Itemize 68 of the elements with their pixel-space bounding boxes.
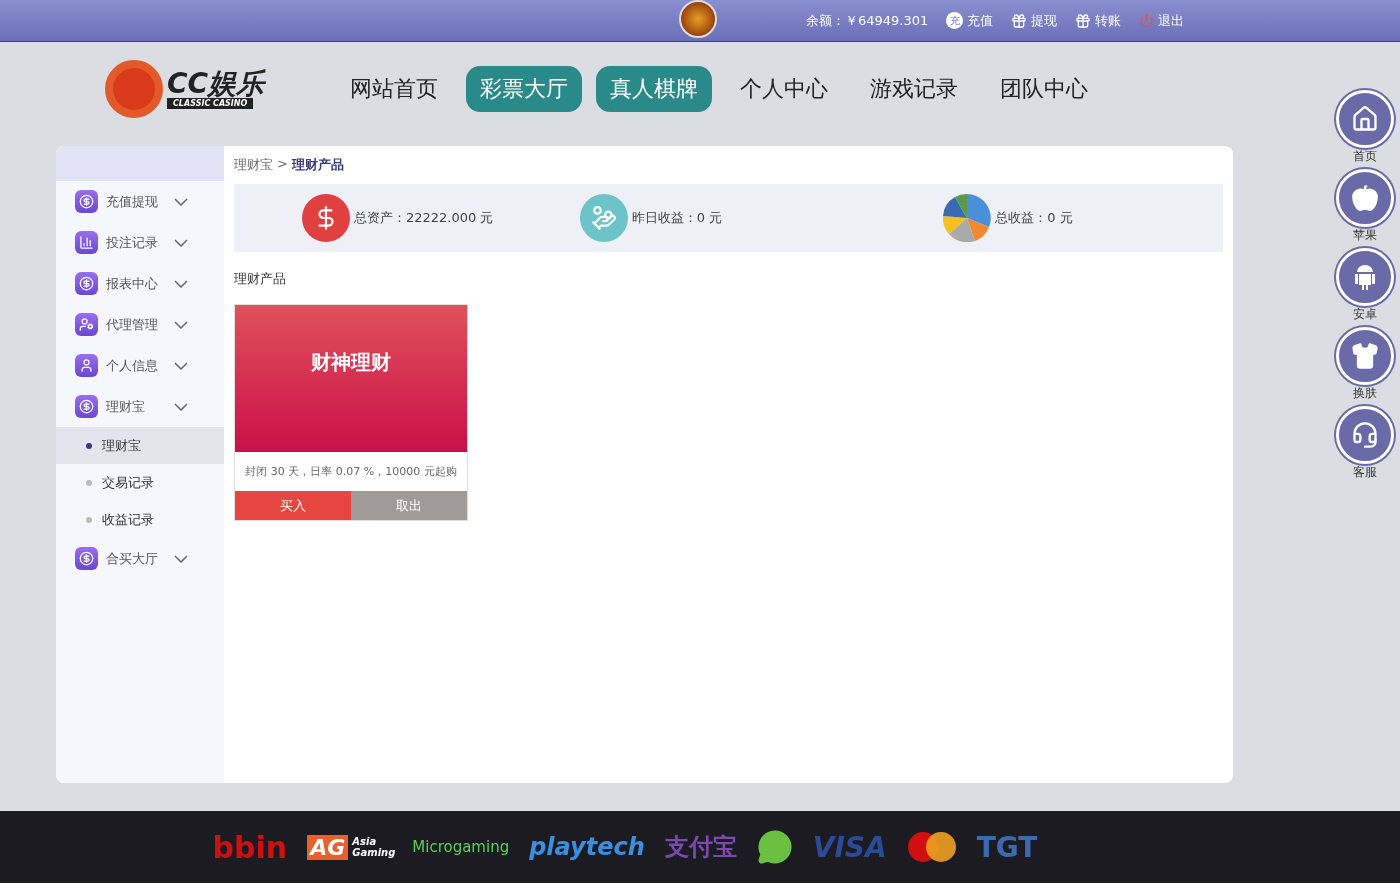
- chevron-down-icon: [174, 402, 188, 411]
- chevron-down-icon: [174, 554, 188, 563]
- alipay-logo: 支付宝: [664, 832, 737, 863]
- sidebar-group[interactable]: 个人信息: [56, 345, 224, 386]
- menu-icon: [75, 190, 98, 213]
- breadcrumb-link[interactable]: 理财宝: [234, 156, 273, 174]
- chip-logo-icon: [105, 60, 163, 118]
- logo-title: CC娱乐: [167, 69, 265, 98]
- sidebar-item[interactable]: 交易记录: [56, 464, 224, 501]
- nav-link[interactable]: 真人棋牌: [596, 66, 713, 112]
- product-title: 财神理财: [311, 349, 391, 376]
- top-link[interactable]: 退出: [1139, 11, 1185, 30]
- menu-icon: [75, 272, 98, 295]
- tgt-logo: TGT: [976, 830, 1038, 864]
- sidebar-group[interactable]: 报表中心: [56, 263, 224, 304]
- breadcrumb-separator: >: [277, 156, 288, 171]
- sidebar-group[interactable]: 代理管理: [56, 304, 224, 345]
- nav-link[interactable]: 个人中心: [726, 66, 843, 112]
- top-link[interactable]: 充 充值: [946, 11, 994, 30]
- headset-icon: [1351, 421, 1379, 449]
- gift-icon: [1075, 12, 1092, 29]
- logo-subtitle: CLASSIC CASINO: [167, 97, 254, 109]
- visa-logo: VISA: [812, 830, 887, 864]
- chevron-down-icon: [174, 238, 188, 247]
- playtech-logo: playtech: [529, 833, 645, 861]
- balance-text: 余额：￥64949.301: [806, 11, 929, 30]
- home-icon: [1351, 105, 1379, 133]
- card-circles-icon: [906, 831, 957, 863]
- hand-coin-icon: [579, 194, 628, 242]
- chevron-down-icon: [174, 320, 188, 329]
- nav-link[interactable]: 团队中心: [986, 66, 1103, 112]
- top-link[interactable]: 转账: [1075, 11, 1122, 30]
- shirt-icon: [1351, 342, 1379, 370]
- menu-icon: [75, 354, 98, 377]
- menu-icon: [75, 547, 98, 570]
- menu-icon: [75, 313, 98, 336]
- sidebar-group[interactable]: 充值提现: [56, 181, 224, 222]
- apple-icon: [1351, 184, 1379, 212]
- sidebar-group[interactable]: 理财宝: [56, 386, 224, 427]
- section-title: 理财产品: [234, 270, 287, 288]
- stat-text: 昨日收益：0 元: [631, 209, 723, 227]
- pie-chart-icon: [943, 194, 992, 242]
- recharge-badge: 充: [946, 12, 964, 29]
- gift-icon: [1011, 12, 1028, 29]
- stat-text: 总资产：22222.000 元: [354, 209, 494, 227]
- top-link[interactable]: 提现: [1011, 11, 1058, 30]
- power-icon: [1139, 13, 1155, 28]
- sidebar-group[interactable]: 投注记录: [56, 222, 224, 263]
- sidebar-item[interactable]: 理财宝: [56, 427, 224, 464]
- chevron-down-icon: [174, 279, 188, 288]
- product-description: 封闭 30 天，日率 0.07 %，10000 元起购: [244, 464, 458, 480]
- stat-text: 总收益：0 元: [995, 209, 1073, 227]
- sidebar-group[interactable]: 合买大厅: [56, 538, 224, 579]
- bbin-logo: bbin: [212, 829, 288, 865]
- menu-icon: [75, 231, 98, 254]
- nav-link[interactable]: 游戏记录: [856, 66, 973, 112]
- nav-link[interactable]: 网站首页: [336, 66, 453, 112]
- microgaming-logo: Microgaming: [412, 838, 510, 856]
- emblem-logo: [679, 0, 717, 38]
- product-button[interactable]: 买入: [235, 491, 351, 520]
- dollar-icon: [302, 194, 350, 242]
- chevron-down-icon: [174, 361, 188, 370]
- sidebar-item[interactable]: 收益记录: [56, 501, 224, 538]
- menu-icon: [75, 395, 98, 418]
- chevron-down-icon: [174, 197, 188, 206]
- chat-bubble-icon: [756, 829, 793, 865]
- breadcrumb-current[interactable]: 理财产品: [291, 156, 344, 174]
- nav-link[interactable]: 彩票大厅: [466, 66, 583, 112]
